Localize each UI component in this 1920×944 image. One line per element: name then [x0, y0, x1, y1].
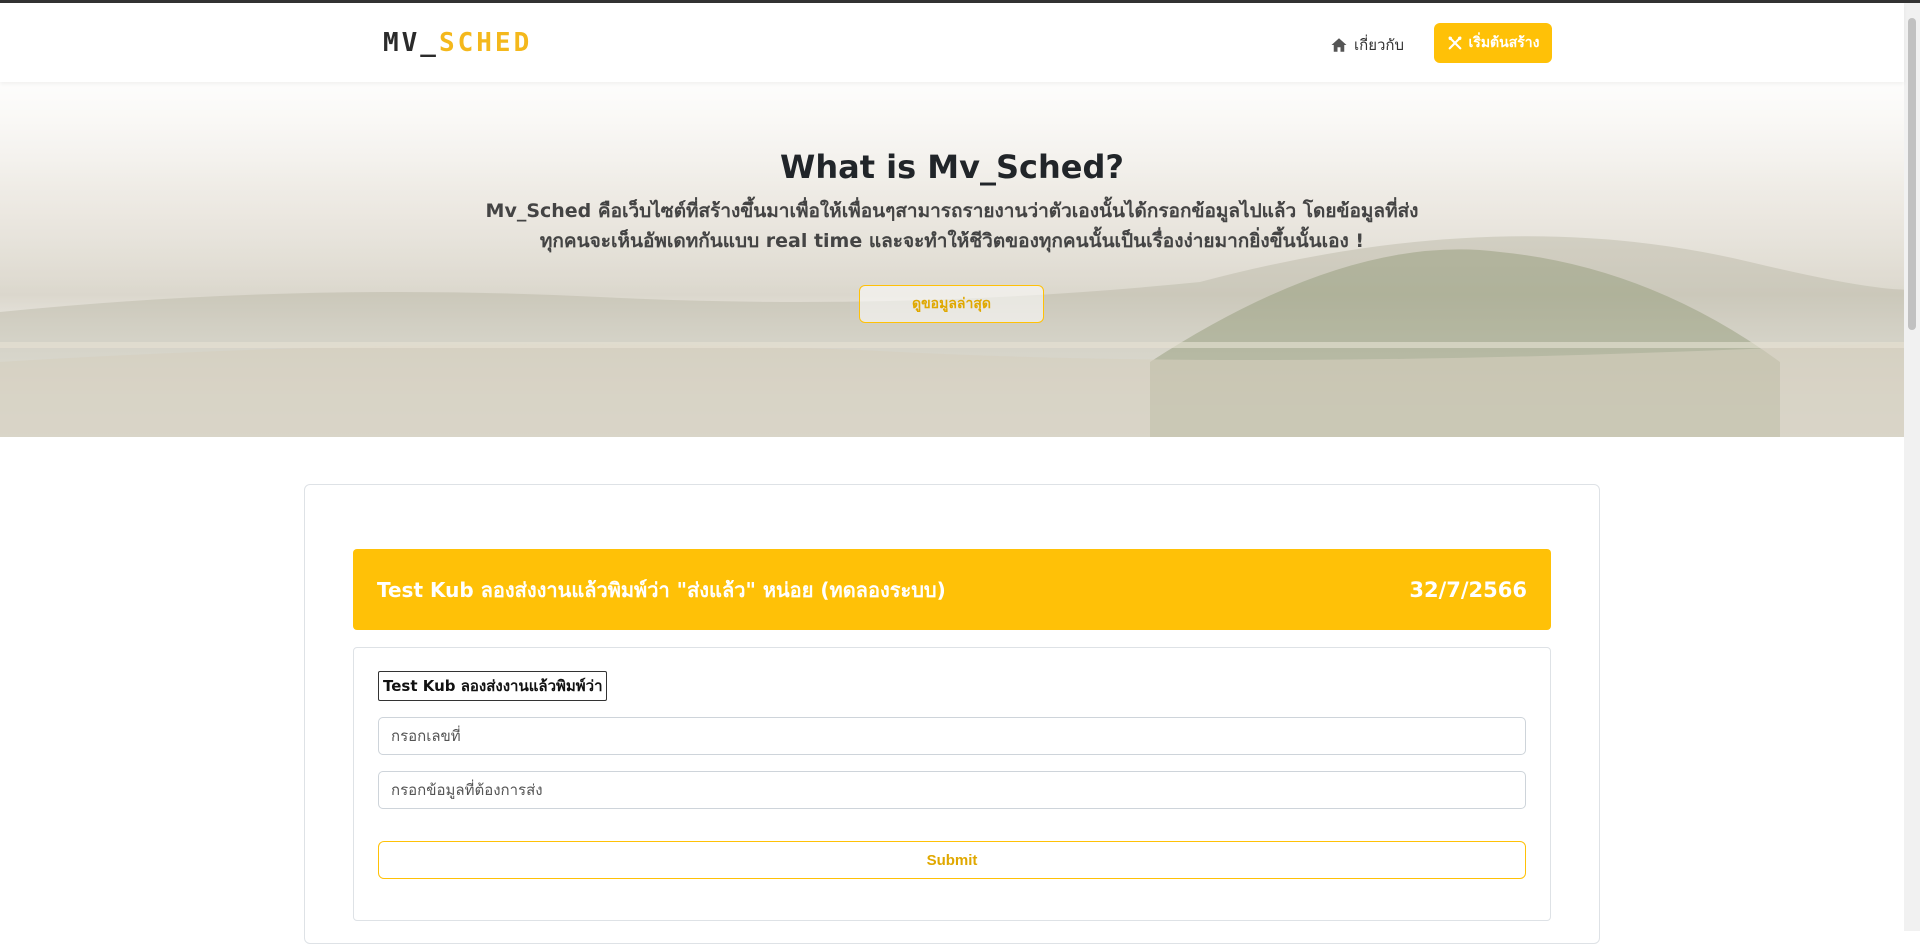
nav-about-label: เกี่ยวกับ	[1354, 36, 1405, 54]
student-number-input[interactable]	[378, 717, 1526, 755]
logo-text-mv: MV_	[383, 28, 439, 58]
hero-section: What is Mv_Sched? Mv_Sched คือเว็บไซต์ที…	[0, 82, 1904, 437]
site-logo[interactable]: MV_ SCHED	[383, 25, 532, 61]
logo-text-sched: SCHED	[438, 28, 533, 58]
hero-description-line-2: ทุกคนจะเห็นอัพเดทกันแบบ real time และจะท…	[539, 230, 1365, 252]
navbar: MV_ SCHED เกี่ยวกับ เริ่มต้นสร้าง	[0, 3, 1904, 82]
view-latest-button[interactable]: ดูขอมูลล่าสุด	[859, 285, 1044, 323]
task-header: Test Kub ลองส่งงานแล้วพิมพ์ว่า "ส่งแล้ว"…	[353, 549, 1551, 630]
hero-title: What is Mv_Sched?	[780, 148, 1124, 186]
nav-start-label: เริ่มต้นสร้าง	[1468, 35, 1540, 51]
submit-button[interactable]: Submit	[378, 841, 1526, 879]
vertical-scrollbar-thumb[interactable]	[1908, 18, 1916, 330]
hero-background-image	[0, 236, 1904, 437]
task-date: 32/7/2566	[1409, 577, 1527, 602]
submission-data-input[interactable]	[378, 771, 1526, 809]
hero-description-line-1: Mv_Sched คือเว็บไซต์ที่สร้างขึ้นมาเพื่อใ…	[485, 200, 1419, 222]
task-name-field[interactable]: Test Kub ลองส่งงานแล้วพิมพ์ว่า	[378, 671, 607, 701]
tools-icon	[1448, 36, 1461, 50]
home-icon	[1331, 38, 1347, 52]
task-title: Test Kub ลองส่งงานแล้วพิมพ์ว่า "ส่งแล้ว"…	[377, 577, 946, 602]
nav-about-link[interactable]: เกี่ยวกับ	[1330, 31, 1404, 59]
nav-start-button[interactable]: เริ่มต้นสร้าง	[1434, 23, 1552, 63]
